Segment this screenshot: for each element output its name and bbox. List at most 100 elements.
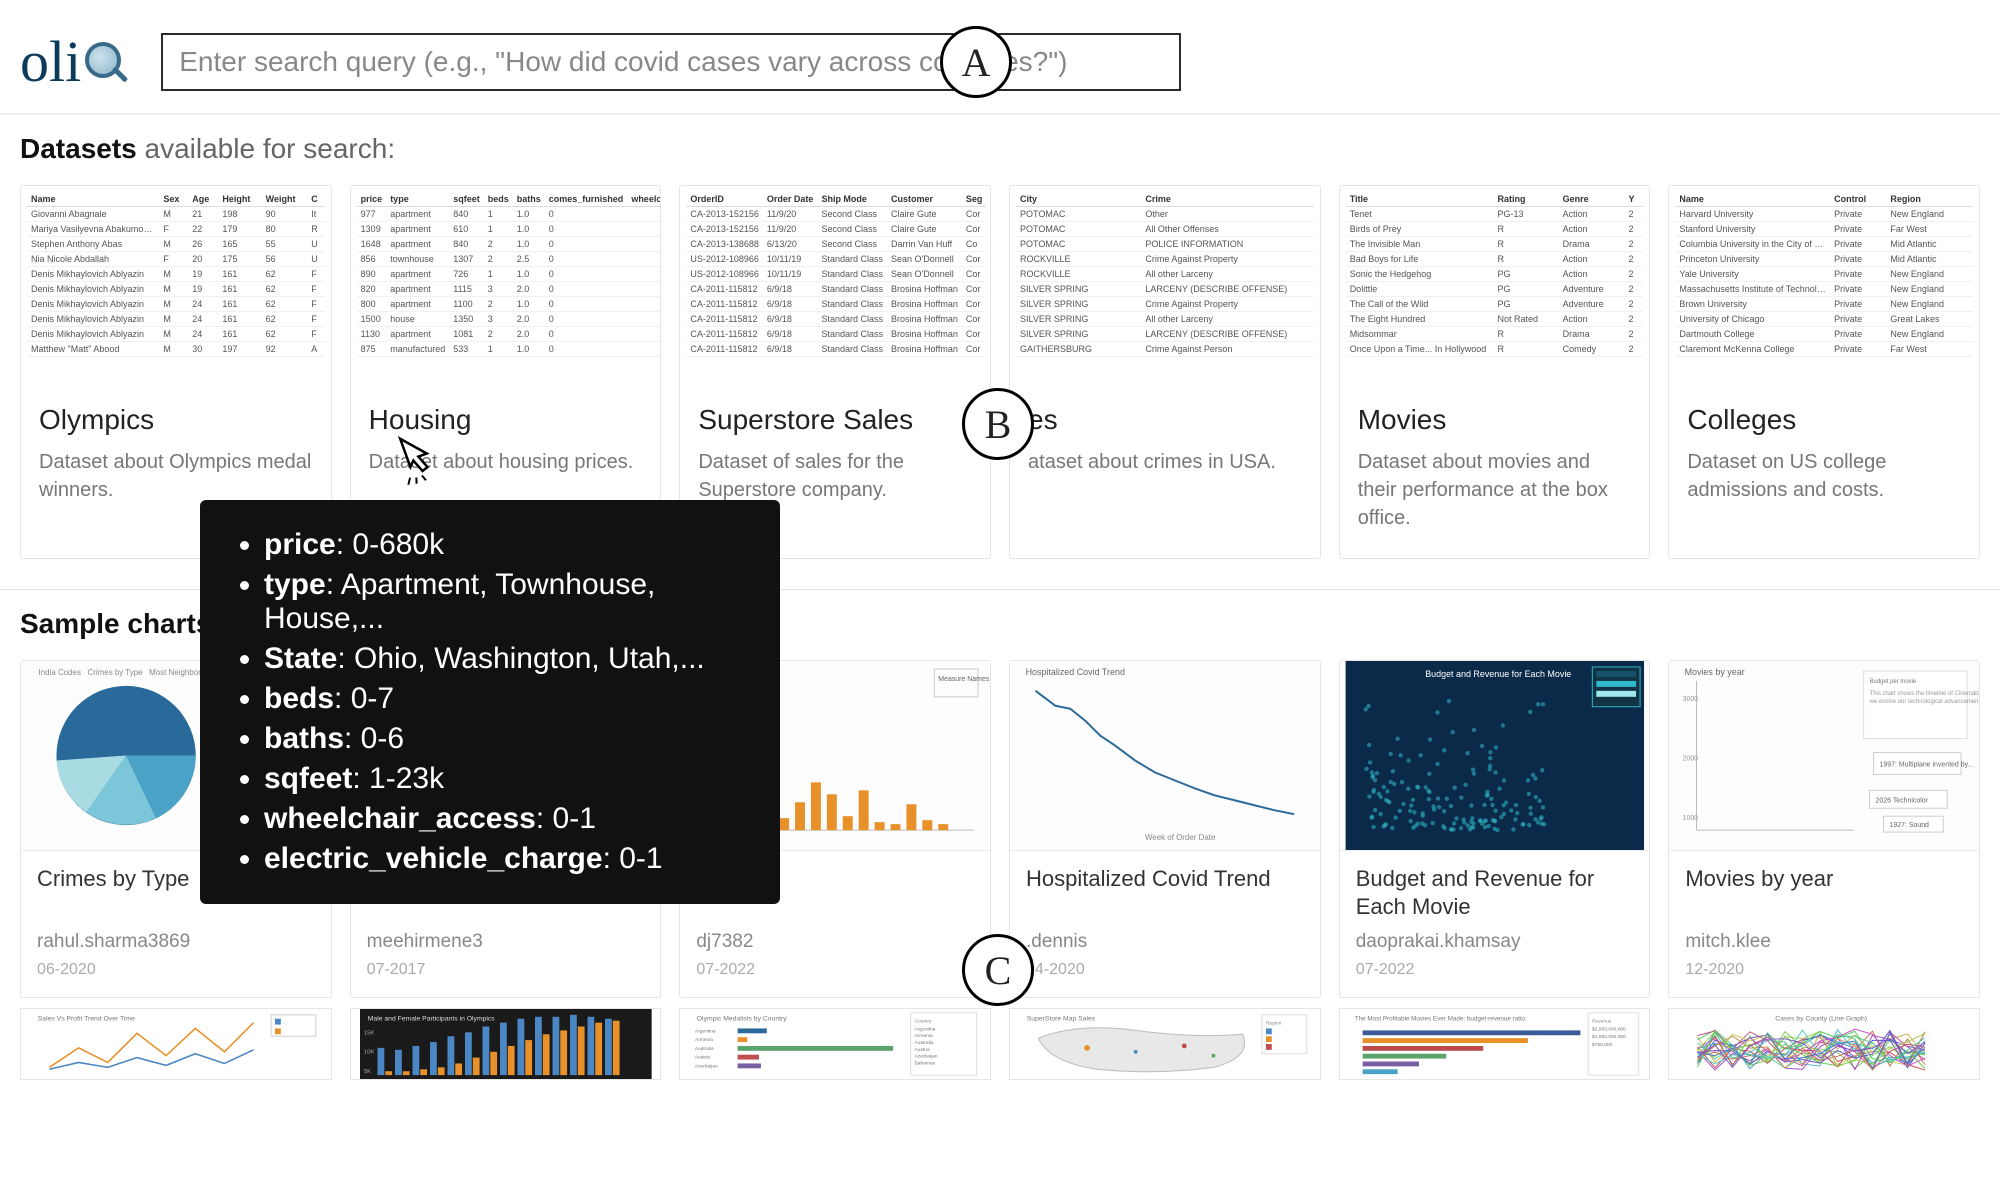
- dataset-card-body: es ataset about crimes in USA.: [1010, 386, 1320, 502]
- chart-date: 07-2017: [367, 961, 645, 979]
- dataset-schema-tooltip: price: 0-680ktype: Apartment, Townhouse,…: [200, 500, 780, 904]
- chart-card-body: Movies by year mitch.klee 12-2020: [1669, 851, 1979, 997]
- svg-text:15K: 15K: [364, 1030, 374, 1036]
- svg-text:Measure Names: Measure Names: [939, 676, 990, 683]
- charts-label-bold: Sample charts: [20, 608, 211, 639]
- svg-text:Male and Female Participants i: Male and Female Participants in Olympics: [367, 1016, 495, 1023]
- svg-text:Budget per movie: Budget per movie: [1870, 679, 1917, 685]
- dataset-preview-table: NameControlRegionHarvard UniversityPriva…: [1669, 186, 1979, 386]
- svg-text:Movies by year: Movies by year: [1685, 667, 1745, 677]
- svg-text:This chart shows the timeline: This chart shows the timeline of Cinemat…: [1870, 691, 1979, 697]
- tooltip-item: beds: 0-7: [264, 682, 746, 716]
- chart-title: Hospitalized Covid Trend: [1026, 865, 1304, 921]
- svg-text:1927: Sound: 1927: Sound: [1890, 822, 1930, 829]
- chart-author: daoprakai.khamsay: [1356, 931, 1634, 953]
- dataset-card-movies[interactable]: TitleRatingGenreYTenetPG-13Action2Birds …: [1339, 185, 1651, 559]
- dataset-preview-table: NameSexAgeHeightWeightCGiovanni Abagnale…: [21, 186, 331, 386]
- datasets-section-label: Datasets available for search:: [0, 115, 2000, 165]
- svg-text:Sales Vs Profit Trend Over Tim: Sales Vs Profit Trend Over Time: [38, 1016, 135, 1023]
- chart-author: mitch.klee: [1685, 931, 1963, 953]
- dataset-card-body: CollegesDataset on US college admissions…: [1669, 386, 1979, 530]
- tooltip-item: electric_vehicle_charge: 0-1: [264, 842, 746, 876]
- chart-author: meehirmene3: [367, 931, 645, 953]
- chart-thumbnail-small[interactable]: Cases by County (Line Graph): [1668, 1008, 1980, 1080]
- chart-card-body: Budget and Revenue for Each Movie daoprak…: [1340, 851, 1650, 997]
- dataset-description: ataset about crimes in USA.: [1028, 448, 1302, 476]
- dataset-description: Dataset about movies and their performan…: [1358, 448, 1632, 532]
- tooltip-item: price: 0-680k: [264, 528, 746, 562]
- datasets-label-rest: available for search:: [137, 133, 395, 164]
- callout-c: C: [962, 934, 1034, 1006]
- callout-a: A: [940, 26, 1012, 98]
- dataset-title: Olympics: [39, 404, 313, 436]
- chart-card[interactable]: Movies by year Budget per movie This chart…: [1668, 660, 1980, 998]
- svg-text:$2,000,000,000: $2,000,000,000: [1592, 1026, 1626, 1032]
- dataset-description: Dataset about Olympics medal winners.: [39, 448, 313, 504]
- chart-card-body: Hospitalized Covid Trend .dennis 04-2020: [1010, 851, 1320, 997]
- svg-text:Austria: Austria: [915, 1047, 930, 1053]
- dataset-card-es[interactable]: CityCrimePOTOMACOtherPOTOMACAll Other Of…: [1009, 185, 1321, 559]
- chart-date: 12-2020: [1685, 961, 1963, 979]
- chart-thumbnail-small[interactable]: The Most Profitable Movies Ever Made: bu…: [1339, 1008, 1651, 1080]
- tooltip-item: wheelchair_access: 0-1: [264, 802, 746, 836]
- chart-date: 07-2022: [696, 961, 974, 979]
- svg-text:Armenia: Armenia: [695, 1037, 713, 1043]
- chart-thumbnail-small[interactable]: Male and Female Participants in Olympics…: [350, 1008, 662, 1080]
- svg-text:Revenue: Revenue: [1592, 1019, 1612, 1025]
- chart-date: 06-2020: [37, 961, 315, 979]
- dataset-preview-table: TitleRatingGenreYTenetPG-13Action2Birds …: [1340, 186, 1650, 386]
- svg-text:Bahamas: Bahamas: [915, 1060, 936, 1066]
- svg-text:$750,000: $750,000: [1592, 1042, 1613, 1048]
- svg-text:Australia: Australia: [915, 1040, 934, 1046]
- chart-author: rahul.sharma3869: [37, 931, 315, 953]
- chart-title: Movies by year: [1685, 865, 1963, 921]
- svg-text:Budget and Revenue for Each Mo: Budget and Revenue for Each Movie: [1425, 669, 1571, 679]
- svg-text:Azerbaijan: Azerbaijan: [915, 1054, 938, 1060]
- chart-card[interactable]: Budget and Revenue for Each MovieBudget …: [1339, 660, 1651, 998]
- svg-text:we evolve our technological ad: we evolve our technological advancements…: [1869, 699, 1979, 705]
- chart-title: Budget and Revenue for Each Movie: [1356, 865, 1634, 921]
- chart-card[interactable]: Hospitalized Covid Trend Week of Order Da…: [1009, 660, 1321, 998]
- svg-text:The Most Profitable Movies Eve: The Most Profitable Movies Ever Made: bu…: [1355, 1016, 1527, 1023]
- tooltip-list: price: 0-680ktype: Apartment, Townhouse,…: [234, 528, 746, 876]
- logo: oli: [20, 28, 131, 95]
- svg-text:1000: 1000: [1683, 815, 1699, 822]
- svg-text:10K: 10K: [364, 1050, 374, 1056]
- search-input[interactable]: [161, 33, 1181, 91]
- chart-thumbnail: Hospitalized Covid Trend Week of Order Da…: [1010, 661, 1320, 851]
- chart-thumbnail-small[interactable]: Sales Vs Profit Trend Over Time: [20, 1008, 332, 1080]
- svg-text:Olympic Medalists by Country: Olympic Medalists by Country: [697, 1016, 787, 1023]
- chart-date: 07-2022: [1356, 961, 1634, 979]
- svg-text:Hospitalized Covid Trend: Hospitalized Covid Trend: [1026, 667, 1125, 677]
- svg-text:1997: Multiplane invented by..: 1997: Multiplane invented by...: [1880, 761, 1974, 768]
- svg-text:Region: Region: [1266, 1021, 1282, 1027]
- logo-text: oli: [20, 28, 81, 95]
- svg-text:Argentina: Argentina: [695, 1028, 716, 1034]
- datasets-label-bold: Datasets: [20, 133, 137, 164]
- svg-text:2000: 2000: [1683, 755, 1699, 762]
- chart-author: .dennis: [1026, 931, 1304, 953]
- svg-text:2026 Technicolor: 2026 Technicolor: [1876, 797, 1929, 804]
- dataset-card-colleges[interactable]: NameControlRegionHarvard UniversityPriva…: [1668, 185, 1980, 559]
- svg-text:SuperStore Map Sales: SuperStore Map Sales: [1027, 1016, 1096, 1023]
- svg-text:Armenia: Armenia: [915, 1033, 933, 1039]
- search-icon: [83, 38, 131, 86]
- svg-text:Country: Country: [915, 1019, 933, 1025]
- tooltip-item: baths: 0-6: [264, 722, 746, 756]
- chart-thumbnail-small[interactable]: SuperStore Map Sales Region: [1009, 1008, 1321, 1080]
- chart-thumbnail-small[interactable]: Olympic Medalists by CountryCountryArgen…: [679, 1008, 991, 1080]
- svg-text:Cases by County (Line Graph): Cases by County (Line Graph): [1776, 1016, 1868, 1023]
- svg-text:Argentina: Argentina: [915, 1026, 936, 1032]
- dataset-preview-table: OrderIDOrder DateShip ModeCustomerSegCA-…: [680, 186, 990, 386]
- tooltip-item: sqfeet: 1-23k: [264, 762, 746, 796]
- svg-text:Australia: Australia: [695, 1046, 714, 1052]
- dataset-title: es: [1028, 404, 1302, 436]
- callout-b: B: [962, 388, 1034, 460]
- svg-text:5K: 5K: [364, 1069, 371, 1075]
- svg-text:$1,000,000,000: $1,000,000,000: [1592, 1034, 1626, 1040]
- chart-card-row-2: Sales Vs Profit Trend Over Time Male and …: [0, 1008, 2000, 1090]
- svg-text:Week of Order Date: Week of Order Date: [1145, 833, 1216, 842]
- tooltip-item: State: Ohio, Washington, Utah,...: [264, 642, 746, 676]
- chart-date: 04-2020: [1026, 961, 1304, 979]
- dataset-preview-table: CityCrimePOTOMACOtherPOTOMACAll Other Of…: [1010, 186, 1320, 386]
